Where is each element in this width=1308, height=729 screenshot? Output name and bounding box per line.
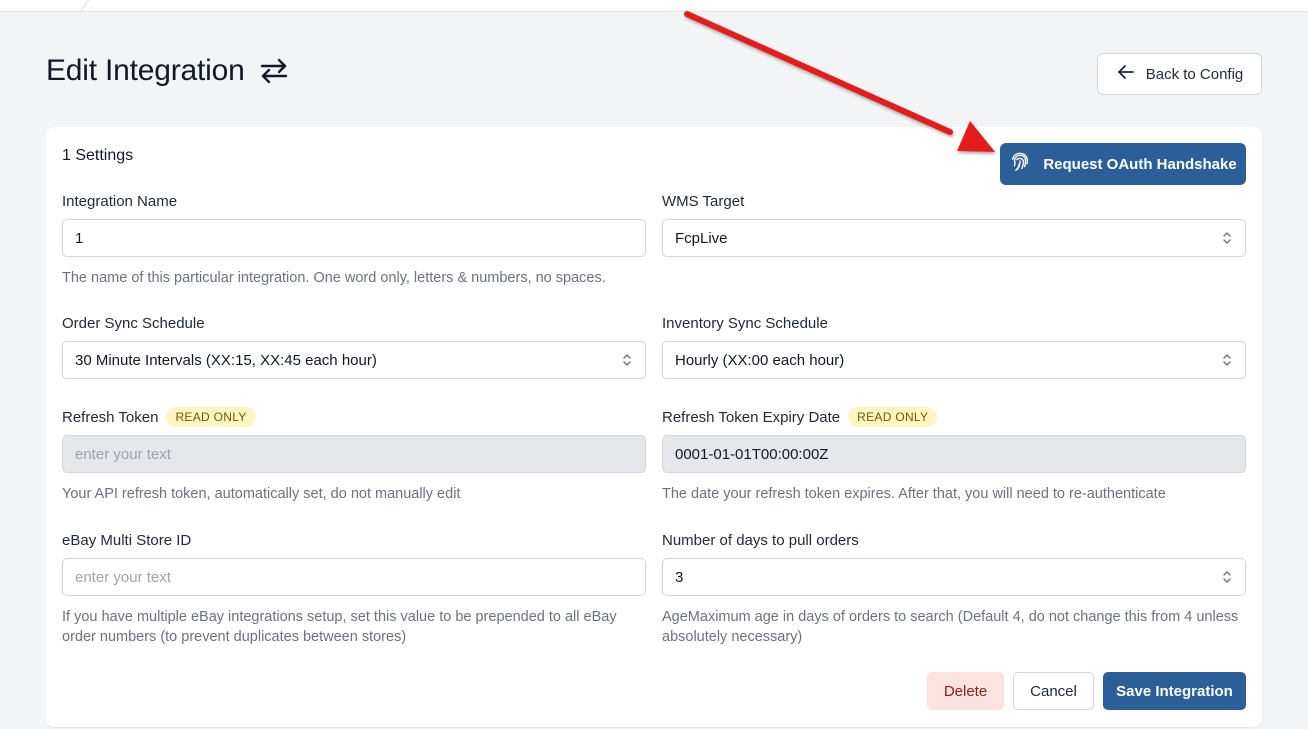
days-to-pull-field: Number of days to pull orders 3 AgeMaxim… <box>662 530 1246 647</box>
refresh-token-placeholder: enter your text <box>75 445 171 463</box>
refresh-expiry-value: 0001-01-01T00:00:00Z <box>675 445 829 463</box>
refresh-token-input[interactable]: enter your text <box>62 435 646 473</box>
chevron-up-down-icon <box>1223 232 1231 244</box>
multi-store-help: If you have multiple eBay integrations s… <box>62 609 617 645</box>
back-to-config-label: Back to Config <box>1145 65 1244 83</box>
days-to-pull-help: AgeMaximum age in days of orders to sear… <box>662 609 1239 645</box>
wms-target-select[interactable]: FcpLive <box>662 219 1246 257</box>
settings-title: 1 Settings <box>62 147 134 164</box>
chevron-up-down-icon <box>623 354 631 366</box>
days-to-pull-label: Number of days to pull orders <box>662 531 859 549</box>
read-only-badge: READ ONLY <box>848 407 938 427</box>
form-actions: Delete Cancel Save Integration <box>927 672 1246 710</box>
settings-card: 1 Settings Request OAuth Handshake Integ… <box>46 127 1262 727</box>
cancel-button[interactable]: Cancel <box>1013 672 1094 710</box>
save-integration-button[interactable]: Save Integration <box>1103 672 1246 710</box>
top-bar-divider <box>79 0 101 12</box>
refresh-expiry-input[interactable]: 0001-01-01T00:00:00Z <box>662 435 1246 473</box>
refresh-expiry-label: Refresh Token Expiry Date <box>662 408 841 426</box>
request-oauth-handshake-button[interactable]: Request OAuth Handshake <box>1000 143 1246 185</box>
multi-store-input[interactable]: enter your text <box>62 558 646 596</box>
multi-store-label: eBay Multi Store ID <box>62 531 192 549</box>
page-title: Edit Integration <box>46 54 245 87</box>
inventory-sync-field: Inventory Sync Schedule Hourly (XX:00 ea… <box>662 313 1246 379</box>
integration-name-input[interactable]: 1 <box>62 219 646 257</box>
fingerprint-icon <box>1009 151 1031 177</box>
refresh-expiry-help: The date your refresh token expires. Aft… <box>662 486 1166 502</box>
order-sync-value: 30 Minute Intervals (XX:15, XX:45 each h… <box>75 351 377 369</box>
wms-target-value: FcpLive <box>675 229 728 247</box>
top-bar <box>0 0 1308 12</box>
inventory-sync-value: Hourly (XX:00 each hour) <box>675 351 845 369</box>
arrow-left-icon <box>1116 62 1136 86</box>
refresh-expiry-field: Refresh Token Expiry Date READ ONLY 0001… <box>662 407 1246 504</box>
wms-target-field: WMS Target FcpLive <box>662 191 1246 257</box>
days-to-pull-value: 3 <box>675 568 684 586</box>
multi-store-placeholder: enter your text <box>75 568 171 586</box>
delete-button[interactable]: Delete <box>927 672 1004 710</box>
refresh-token-help: Your API refresh token, automatically se… <box>62 486 461 502</box>
request-oauth-handshake-label: Request OAuth Handshake <box>1043 155 1237 173</box>
refresh-token-label: Refresh Token <box>62 408 159 426</box>
days-to-pull-select[interactable]: 3 <box>662 558 1246 596</box>
chevron-up-down-icon <box>1223 571 1231 583</box>
order-sync-label: Order Sync Schedule <box>62 314 205 332</box>
page-header: Edit Integration <box>46 54 291 88</box>
integration-name-label: Integration Name <box>62 192 178 210</box>
read-only-badge: READ ONLY <box>166 407 256 427</box>
back-to-config-button[interactable]: Back to Config <box>1097 53 1262 95</box>
chevron-up-down-icon <box>1223 354 1231 366</box>
order-sync-field: Order Sync Schedule 30 Minute Intervals … <box>62 313 646 379</box>
inventory-sync-label: Inventory Sync Schedule <box>662 314 828 332</box>
multi-store-field: eBay Multi Store ID enter your text If y… <box>62 530 646 647</box>
wms-target-label: WMS Target <box>662 192 745 210</box>
refresh-token-field: Refresh Token READ ONLY enter your text … <box>62 407 646 504</box>
swap-arrows-icon <box>257 54 291 88</box>
inventory-sync-select[interactable]: Hourly (XX:00 each hour) <box>662 341 1246 379</box>
integration-name-value: 1 <box>75 229 84 247</box>
order-sync-select[interactable]: 30 Minute Intervals (XX:15, XX:45 each h… <box>62 341 646 379</box>
integration-name-field: Integration Name 1 The name of this part… <box>62 191 646 288</box>
integration-name-help: The name of this particular integration.… <box>62 270 606 286</box>
